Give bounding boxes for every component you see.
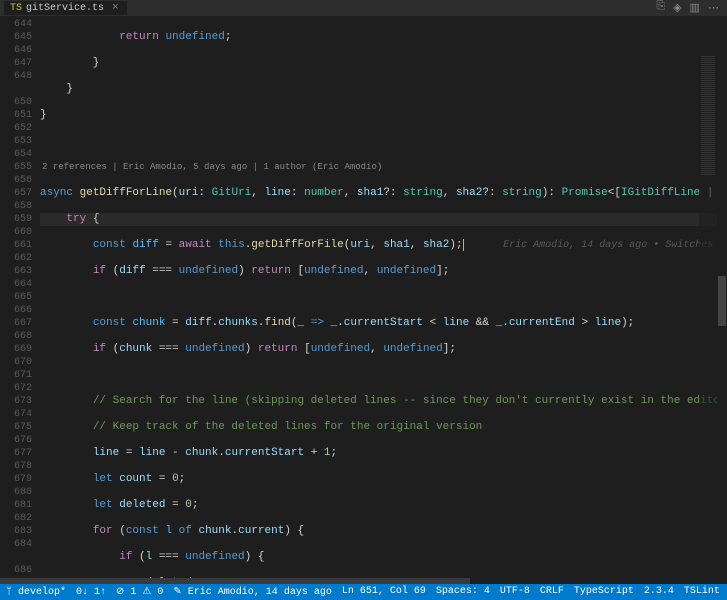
line-numbers: 644 645 646 647 648 650 651 652 653 654 … xyxy=(0,16,40,584)
status-blame[interactable]: ✎ Eric Amodio, 14 days ago xyxy=(173,586,331,598)
status-position[interactable]: Ln 651, Col 69 xyxy=(342,586,426,598)
status-language[interactable]: TypeScript xyxy=(574,586,634,598)
status-sync[interactable]: 0↓ 1↑ xyxy=(76,587,106,598)
editor-tab[interactable]: TS gitService.ts × xyxy=(4,1,127,15)
minimap[interactable] xyxy=(699,16,717,584)
line-blame: Eric Amodio, 14 days ago • Switches to n… xyxy=(503,240,727,251)
status-bar: ᛘ develop* 0↓ 1↑ ⊘ 1 ⚠ 0 ✎ Eric Amodio, … xyxy=(0,584,727,600)
code-editor[interactable]: 644 645 646 647 648 650 651 652 653 654 … xyxy=(0,16,727,584)
tab-bar: TS gitService.ts × ⎘ ◈ ▥ ⋯ xyxy=(0,0,727,16)
scroll-thumb[interactable] xyxy=(718,276,726,326)
status-version[interactable]: 2.3.4 xyxy=(644,586,674,598)
status-problems[interactable]: ⊘ 1 ⚠ 0 xyxy=(116,586,163,598)
editor-actions: ⎘ ◈ ▥ ⋯ xyxy=(656,1,723,15)
status-spaces[interactable]: Spaces: 4 xyxy=(436,586,490,598)
typescript-icon: TS xyxy=(10,3,22,14)
status-encoding[interactable]: UTF-8 xyxy=(500,586,530,598)
status-linter[interactable]: TSLint xyxy=(684,586,720,598)
status-eol[interactable]: CRLF xyxy=(540,586,564,598)
code-content[interactable]: return undefined; } } } 2 references | E… xyxy=(40,16,727,584)
vertical-scrollbar[interactable] xyxy=(717,16,727,584)
diff-icon[interactable]: ◈ xyxy=(673,1,681,15)
status-branch[interactable]: ᛘ develop* xyxy=(6,586,66,598)
split-icon[interactable]: ▥ xyxy=(690,1,700,15)
compare-icon[interactable]: ⎘ xyxy=(656,1,665,15)
tab-filename: gitService.ts xyxy=(26,3,104,14)
codelens-getdiffforline[interactable]: 2 references | Eric Amodio, 5 days ago |… xyxy=(40,161,727,174)
more-icon[interactable]: ⋯ xyxy=(708,1,719,15)
close-icon[interactable]: × xyxy=(112,2,119,14)
